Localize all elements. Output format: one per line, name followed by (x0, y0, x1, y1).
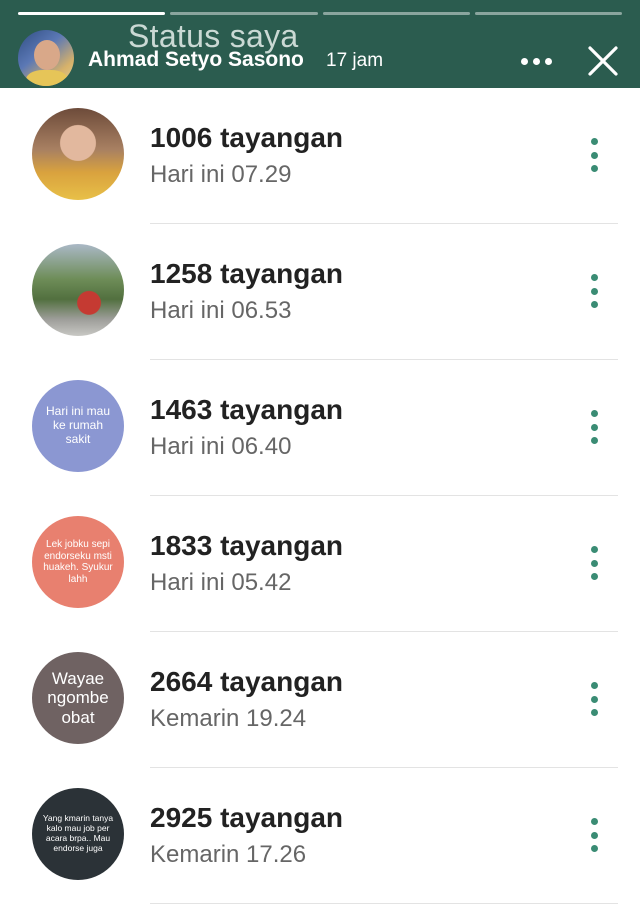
story-progress-bar (18, 12, 622, 15)
view-count: 1006 tayangan (150, 122, 343, 153)
progress-segment (170, 12, 318, 15)
status-time: Kemarin 17.26 (150, 841, 307, 868)
view-count: 1833 tayangan (150, 530, 343, 561)
poster-time: 17 jam (326, 50, 384, 71)
view-count: 1258 tayangan (150, 258, 343, 289)
status-row[interactable]: Yang kmarin tanya kalo mau job per acara… (0, 768, 640, 904)
more-vertical-icon[interactable] (584, 682, 604, 716)
close-icon[interactable] (586, 44, 620, 78)
status-thumbnail[interactable] (32, 108, 124, 200)
status-row[interactable]: 1258 tayangan Hari ini 06.53 (0, 224, 640, 360)
status-thumbnail[interactable] (32, 244, 124, 336)
status-thumbnail-text: Wayae ngombe obat (47, 668, 109, 727)
status-thumbnail[interactable]: Yang kmarin tanya kalo mau job per acara… (32, 788, 124, 880)
status-time: Hari ini 06.40 (150, 433, 292, 460)
status-time: Hari ini 06.53 (150, 297, 292, 324)
status-list: 1006 tayangan Hari ini 07.29 1258 tayangan… (0, 88, 640, 904)
view-count: 2925 tayangan (150, 802, 343, 833)
progress-segment (322, 12, 470, 15)
more-vertical-icon[interactable] (584, 274, 604, 308)
more-vertical-icon[interactable] (584, 410, 604, 444)
status-thumbnail-text: Lek jobku sepi endorseku msti huakeh. Sy… (43, 539, 113, 585)
more-vertical-icon[interactable] (584, 138, 604, 172)
poster-name: Ahmad Setyo Sasono (88, 48, 304, 71)
status-row[interactable]: Hari ini mau ke rumah sakit 1463 tayangan… (0, 360, 640, 496)
progress-segment (18, 12, 166, 15)
avatar-face (34, 40, 60, 70)
avatar-shirt (26, 70, 68, 86)
status-time: Kemarin 19.24 (150, 705, 307, 732)
view-count: 2664 tayangan (150, 666, 343, 697)
status-time: Hari ini 07.29 (150, 161, 292, 188)
status-row[interactable]: Lek jobku sepi endorseku msti huakeh. Sy… (0, 496, 640, 632)
status-row[interactable]: 1006 tayangan Hari ini 07.29 (0, 88, 640, 224)
status-thumbnail-text: Hari ini mau ke rumah sakit (45, 404, 111, 446)
poster-avatar[interactable] (18, 30, 74, 86)
status-thumbnail-text: Yang kmarin tanya kalo mau job per acara… (42, 813, 114, 853)
status-thumbnail[interactable]: Lek jobku sepi endorseku msti huakeh. Sy… (32, 516, 124, 608)
status-row[interactable]: Wayae ngombe obat 2664 tayangan Kemarin 19… (0, 632, 640, 768)
status-thumbnail[interactable]: Hari ini mau ke rumah sakit (32, 380, 124, 472)
view-count: 1463 tayangan (150, 394, 343, 425)
more-vertical-icon[interactable] (584, 818, 604, 852)
status-time: Hari ini 05.42 (150, 569, 292, 596)
status-thumbnail[interactable]: Wayae ngombe obat (32, 652, 124, 744)
progress-segment (474, 12, 622, 15)
status-header: Status saya Ahmad Setyo Sasono 17 jam (0, 0, 640, 88)
more-vertical-icon[interactable] (584, 546, 604, 580)
more-horizontal-icon[interactable] (516, 56, 556, 66)
